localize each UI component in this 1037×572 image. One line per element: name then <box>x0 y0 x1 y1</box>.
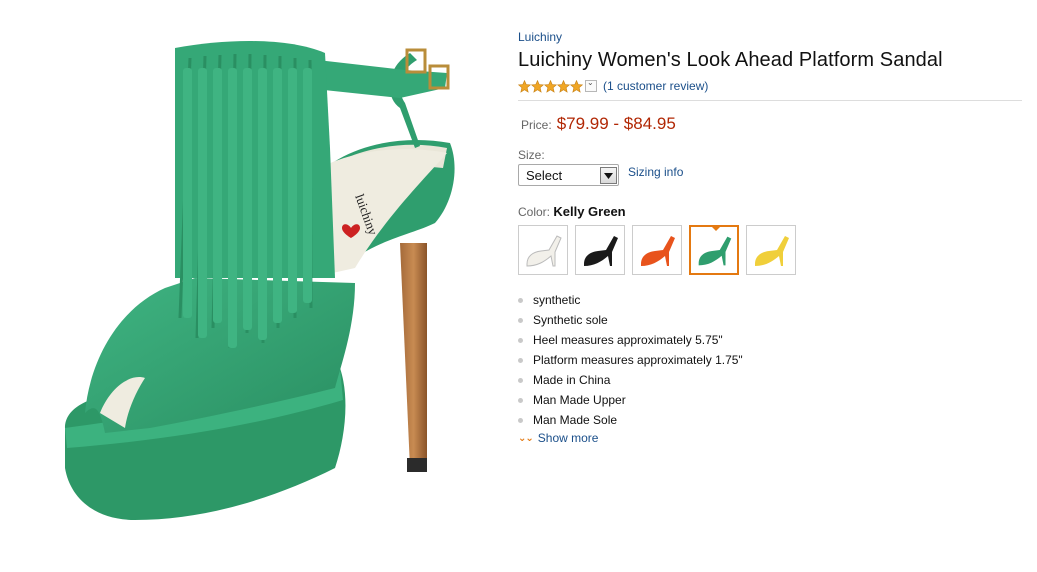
list-item: Man Made Sole <box>518 413 1023 433</box>
star-icon <box>518 79 531 93</box>
list-item: Man Made Upper <box>518 393 1023 413</box>
rating-row: ⌄ (1 customer review) <box>518 78 1023 94</box>
product-image[interactable]: luichiny <box>55 28 475 528</box>
swatch-yellow[interactable] <box>746 225 796 275</box>
shoe-thumbnail-icon <box>526 235 562 267</box>
feature-text: Man Made Sole <box>533 413 618 427</box>
bullet-icon <box>518 398 523 403</box>
feature-text: synthetic <box>533 293 581 307</box>
price-value: $79.99 - $84.95 <box>556 114 676 133</box>
size-label: Size: <box>518 148 545 162</box>
color-swatches <box>518 225 1023 275</box>
sizing-info-link[interactable]: Sizing info <box>628 165 683 179</box>
star-icon <box>544 79 557 93</box>
shoe-thumbnail-icon <box>698 236 732 266</box>
size-select-value: Select <box>526 167 563 183</box>
feature-text: Made in China <box>533 373 611 387</box>
size-row: Select Sizing info <box>518 164 1023 186</box>
star-rating[interactable] <box>518 79 583 93</box>
bullet-icon <box>518 338 523 343</box>
swatch-kelly-green[interactable] <box>689 225 739 275</box>
star-icon <box>531 79 544 93</box>
size-select[interactable]: Select <box>518 164 619 186</box>
list-item: Synthetic sole <box>518 313 1023 333</box>
feature-text: Heel measures approximately 5.75" <box>533 333 723 347</box>
price-row: Price: $79.99 - $84.95 <box>521 114 1023 134</box>
swatch-white[interactable] <box>518 225 568 275</box>
price-label: Price: <box>521 118 552 132</box>
star-icon <box>557 79 570 93</box>
rating-dropdown-icon[interactable]: ⌄ <box>585 78 597 92</box>
product-title: Luichiny Women's Look Ahead Platform San… <box>518 49 943 71</box>
swatch-orange[interactable] <box>632 225 682 275</box>
list-item: Platform measures approximately 1.75" <box>518 353 1023 373</box>
shoe-thumbnail-icon <box>641 236 675 266</box>
feature-text: Man Made Upper <box>533 393 626 407</box>
bullet-icon <box>518 298 523 303</box>
shoe-thumbnail-icon <box>755 236 789 266</box>
brand-link[interactable]: Luichiny <box>518 30 562 44</box>
list-item: Heel measures approximately 5.75" <box>518 333 1023 353</box>
show-more-link[interactable]: ⌄⌄ Show more <box>518 431 1023 445</box>
chevron-down-icon[interactable] <box>600 166 617 184</box>
color-value: Kelly Green <box>553 204 626 219</box>
feature-text: Platform measures approximately 1.75" <box>533 353 743 367</box>
swatch-black[interactable] <box>575 225 625 275</box>
list-item: Made in China <box>518 373 1023 393</box>
feature-list: synthetic Synthetic sole Heel measures a… <box>518 293 1023 433</box>
shoe-thumbnail-icon <box>584 236 618 266</box>
customer-review-link[interactable]: (1 customer review) <box>603 79 708 93</box>
product-detail: Luichiny Luichiny Women's Look Ahead Pla… <box>518 28 1023 445</box>
divider <box>518 100 1022 101</box>
feature-text: Synthetic sole <box>533 313 608 327</box>
bullet-icon <box>518 318 523 323</box>
color-label: Color: <box>518 205 551 219</box>
double-chevron-down-icon: ⌄⌄ <box>518 432 534 444</box>
bullet-icon <box>518 358 523 363</box>
list-item: synthetic <box>518 293 1023 313</box>
star-icon <box>570 79 583 93</box>
show-more-label: Show more <box>537 431 599 445</box>
bullet-icon <box>518 378 523 383</box>
color-row: Color: Kelly Green <box>518 204 1023 219</box>
bullet-icon <box>518 418 523 423</box>
